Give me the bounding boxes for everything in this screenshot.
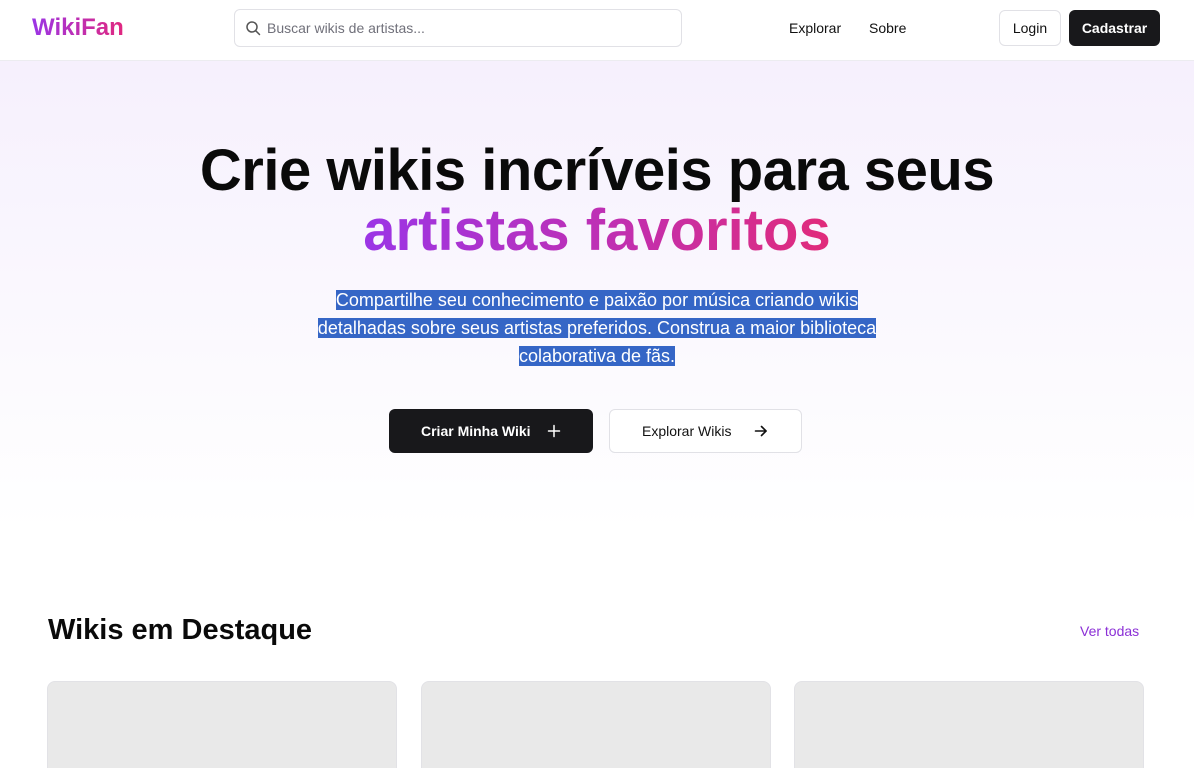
page: WikiFan Explorar Sobre Login Cadastrar C… <box>0 0 1194 768</box>
hero-subtitle-line: Compartilhe seu conhecimento e paixão po… <box>335 290 859 310</box>
hero-subtitle-line: detalhadas sobre seus artistas preferido… <box>317 318 877 338</box>
top-navbar: WikiFan Explorar Sobre Login Cadastrar <box>0 0 1194 61</box>
see-all-link[interactable]: Ver todas <box>1080 622 1139 640</box>
plus-icon <box>547 424 561 438</box>
hero-subtitle: Compartilhe seu conhecimento e paixão po… <box>262 286 932 370</box>
hero-title-accent-text: artistas favoritos <box>363 198 831 263</box>
arrow-right-icon <box>754 425 767 437</box>
create-wiki-label: Criar Minha Wiki <box>421 423 531 439</box>
hero-subtitle-line: colaborativa de fãs. <box>518 346 676 366</box>
hero-section: Crie wikis incríveis para seus artistas … <box>0 61 1194 531</box>
search-box[interactable] <box>234 9 682 47</box>
explore-wikis-label: Explorar Wikis <box>642 423 732 439</box>
create-wiki-button[interactable]: Criar Minha Wiki <box>389 409 593 453</box>
search-input[interactable] <box>267 11 667 45</box>
hero-title-accent: artistas favoritos <box>0 201 1194 261</box>
explore-wikis-button[interactable]: Explorar Wikis <box>609 409 802 453</box>
featured-wiki-card[interactable] <box>421 681 771 768</box>
signup-button[interactable]: Cadastrar <box>1069 10 1160 46</box>
nav-link-explore[interactable]: Explorar <box>789 19 841 37</box>
search-icon <box>246 21 261 36</box>
hero-title: Crie wikis incríveis para seus <box>199 138 995 203</box>
featured-wiki-card[interactable] <box>47 681 397 768</box>
logo[interactable]: WikiFan <box>32 13 124 43</box>
nav-link-about[interactable]: Sobre <box>869 19 906 37</box>
featured-wiki-card[interactable] <box>794 681 1144 768</box>
login-button[interactable]: Login <box>999 10 1061 46</box>
featured-section-title: Wikis em Destaque <box>48 614 313 646</box>
